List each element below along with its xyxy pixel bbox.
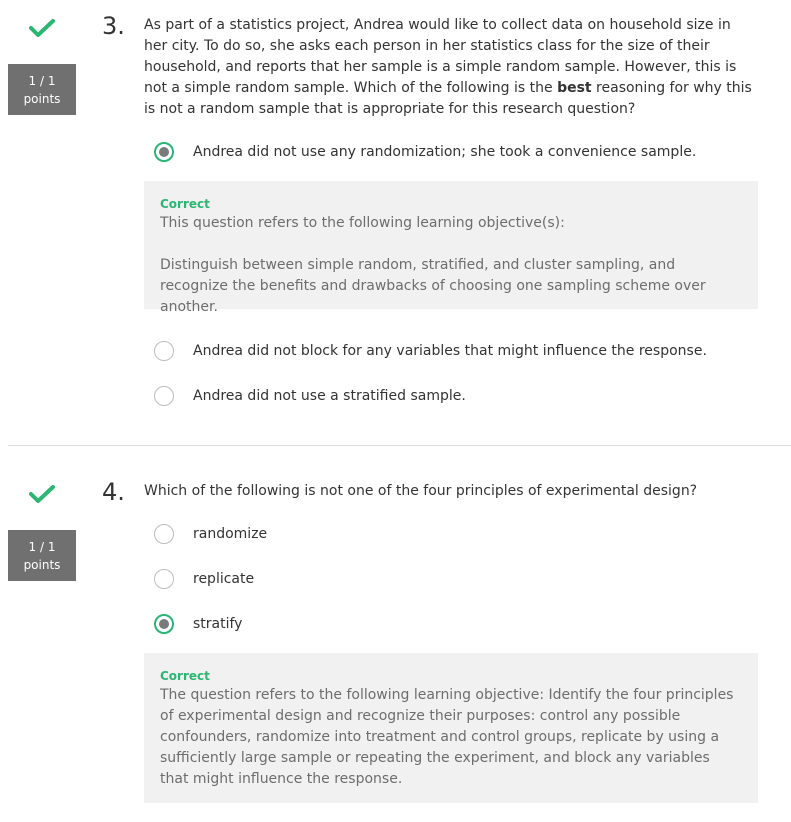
question-text: As part of a statistics project, Andrea … (144, 17, 752, 117)
score-value: 1 / 1 (28, 539, 56, 554)
radio-selected[interactable] (154, 614, 174, 634)
feedback-text: This question refers to the following le… (160, 215, 565, 231)
points-label: points (23, 557, 61, 572)
option-label: Andrea did not use a stratified sample. (193, 388, 466, 404)
option-label: replicate (193, 571, 255, 587)
score-badge: 1 / 1 points (8, 530, 76, 581)
radio-selected[interactable] (154, 142, 174, 162)
question-number: 3. (102, 12, 125, 40)
answer-option[interactable]: Andrea did not use a stratified sample. (154, 384, 466, 408)
feedback-objective: Distinguish between simple random, strat… (160, 257, 706, 315)
feedback-status: Correct (160, 197, 210, 211)
answer-option[interactable]: stratify (154, 612, 242, 636)
option-label: stratify (193, 616, 243, 632)
radio-button[interactable] (154, 341, 174, 361)
answer-option[interactable]: randomize (154, 522, 267, 546)
feedback-box: Correct This question refers to the foll… (144, 181, 758, 315)
radio-button[interactable] (154, 569, 174, 589)
question-divider (8, 445, 791, 446)
feedback-status: Correct (160, 669, 210, 683)
radio-button[interactable] (154, 524, 174, 544)
option-label: randomize (193, 526, 268, 542)
feedback-text: The question refers to the following lea… (160, 687, 734, 787)
correct-check-icon (29, 19, 55, 37)
score-badge: 1 / 1 points (8, 64, 76, 115)
answer-option[interactable]: Andrea did not use any randomization; sh… (154, 140, 696, 164)
radio-button[interactable] (154, 386, 174, 406)
feedback-box: Correct The question refers to the follo… (144, 653, 758, 803)
correct-check-icon (29, 485, 55, 503)
option-label: Andrea did not block for any variables t… (193, 343, 707, 359)
question-text: Which of the following is not one of the… (144, 483, 698, 499)
points-label: points (23, 91, 61, 106)
score-value: 1 / 1 (28, 73, 56, 88)
question-number: 4. (102, 478, 125, 506)
answer-option[interactable]: Andrea did not block for any variables t… (154, 339, 707, 363)
answer-option[interactable]: replicate (154, 567, 254, 591)
option-label: Andrea did not use any randomization; sh… (193, 144, 697, 160)
